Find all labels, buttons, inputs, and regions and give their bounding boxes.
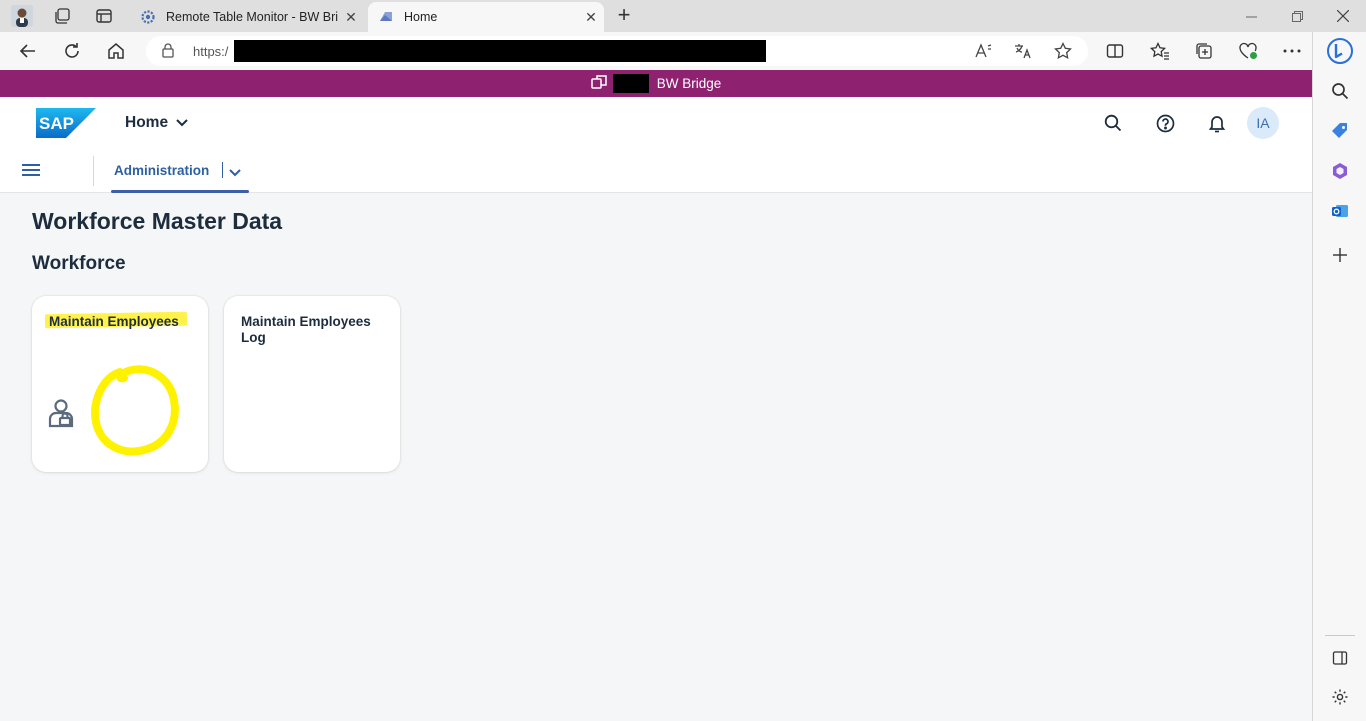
nav-divider xyxy=(93,156,94,186)
read-aloud-icon[interactable] xyxy=(972,41,994,61)
search-icon[interactable] xyxy=(1101,111,1125,135)
chevron-down-icon xyxy=(176,114,188,132)
notifications-bell-icon[interactable] xyxy=(1205,111,1229,135)
close-tab-icon[interactable]: ✕ xyxy=(578,9,604,26)
app-title-menu[interactable]: Home xyxy=(125,114,188,132)
environment-title: BW Bridge xyxy=(656,76,722,91)
tab-home[interactable]: Home ✕ xyxy=(368,2,604,32)
tab-title: Home xyxy=(404,10,438,24)
tab-separator xyxy=(222,162,223,178)
section-title: Workforce xyxy=(32,253,126,274)
tile-title: Maintain Employees Log xyxy=(241,314,371,345)
help-icon[interactable] xyxy=(1153,111,1177,135)
close-window-icon[interactable] xyxy=(1320,0,1366,32)
collections-icon[interactable] xyxy=(1192,40,1216,62)
address-bar[interactable]: https:/ xyxy=(146,36,1088,66)
tab-remote-table-monitor[interactable]: Remote Table Monitor - BW Brid ✕ xyxy=(130,2,364,32)
favorites-icon[interactable] xyxy=(1148,40,1172,62)
system-switch-icon xyxy=(590,74,607,93)
active-tab-indicator xyxy=(111,190,249,193)
employee-lookup-icon xyxy=(47,398,75,433)
lock-icon[interactable] xyxy=(162,43,174,63)
tile-maintain-employees[interactable]: Maintain Employees xyxy=(32,296,208,472)
favorite-star-icon[interactable] xyxy=(1052,41,1074,61)
tab-administration[interactable]: Administration xyxy=(111,149,249,193)
tab-label: Administration xyxy=(114,163,210,178)
yellow-circle-annotation xyxy=(90,364,180,465)
home-icon[interactable] xyxy=(102,38,130,64)
refresh-icon[interactable] xyxy=(58,38,86,64)
sidebar-settings-icon[interactable] xyxy=(1327,684,1353,710)
sap-page-icon xyxy=(378,9,394,25)
space-navigation: Administration xyxy=(0,149,1312,193)
shopping-tag-icon[interactable] xyxy=(1327,118,1353,144)
url-text: https:/ xyxy=(193,44,229,59)
split-screen-icon[interactable] xyxy=(1103,40,1127,62)
shell-bar: SAP Home IA xyxy=(0,97,1312,149)
add-sidebar-app-icon[interactable] xyxy=(1327,242,1353,268)
browser-sidebar xyxy=(1312,32,1366,721)
tab-actions-icon[interactable] xyxy=(91,4,117,28)
sidebar-divider xyxy=(1325,635,1355,636)
user-avatar[interactable]: IA xyxy=(1247,107,1279,139)
tile-maintain-employees-log[interactable]: Maintain Employees Log xyxy=(224,296,400,472)
profile-avatar-icon[interactable] xyxy=(9,4,35,28)
restore-icon[interactable] xyxy=(1274,0,1320,32)
office-icon[interactable] xyxy=(1327,158,1353,184)
browser-toolbar: https:/ xyxy=(0,32,1312,70)
back-icon[interactable] xyxy=(14,38,42,64)
search-icon[interactable] xyxy=(1327,78,1353,104)
environment-bar: BW Bridge xyxy=(0,70,1312,97)
copilot-icon[interactable] xyxy=(1327,38,1353,64)
page-title: Workforce Master Data xyxy=(32,208,283,234)
browser-essentials-icon[interactable] xyxy=(1236,40,1260,62)
app-title: Home xyxy=(125,114,169,131)
outlook-icon[interactable] xyxy=(1327,198,1353,224)
minimize-icon[interactable] xyxy=(1228,0,1274,32)
close-tab-icon[interactable]: ✕ xyxy=(338,9,364,26)
browser-tab-strip: Remote Table Monitor - BW Brid ✕ Home ✕ … xyxy=(0,0,1366,32)
svg-text:SAP: SAP xyxy=(39,114,74,133)
redacted-system-name xyxy=(612,74,649,93)
tile-title: Maintain Employees xyxy=(49,314,179,329)
workspaces-icon[interactable] xyxy=(49,4,75,28)
sap-logo[interactable]: SAP xyxy=(36,108,96,143)
redacted-url xyxy=(234,40,766,62)
translate-icon[interactable] xyxy=(1012,41,1034,61)
hide-sidebar-icon[interactable] xyxy=(1327,645,1353,671)
more-options-icon[interactable] xyxy=(1280,40,1304,62)
menu-icon[interactable] xyxy=(22,163,40,182)
new-tab-icon[interactable]: + xyxy=(612,4,636,28)
settings-gear-icon xyxy=(140,9,156,25)
tab-title: Remote Table Monitor - BW Brid xyxy=(166,10,338,24)
chevron-down-icon[interactable] xyxy=(229,164,241,182)
